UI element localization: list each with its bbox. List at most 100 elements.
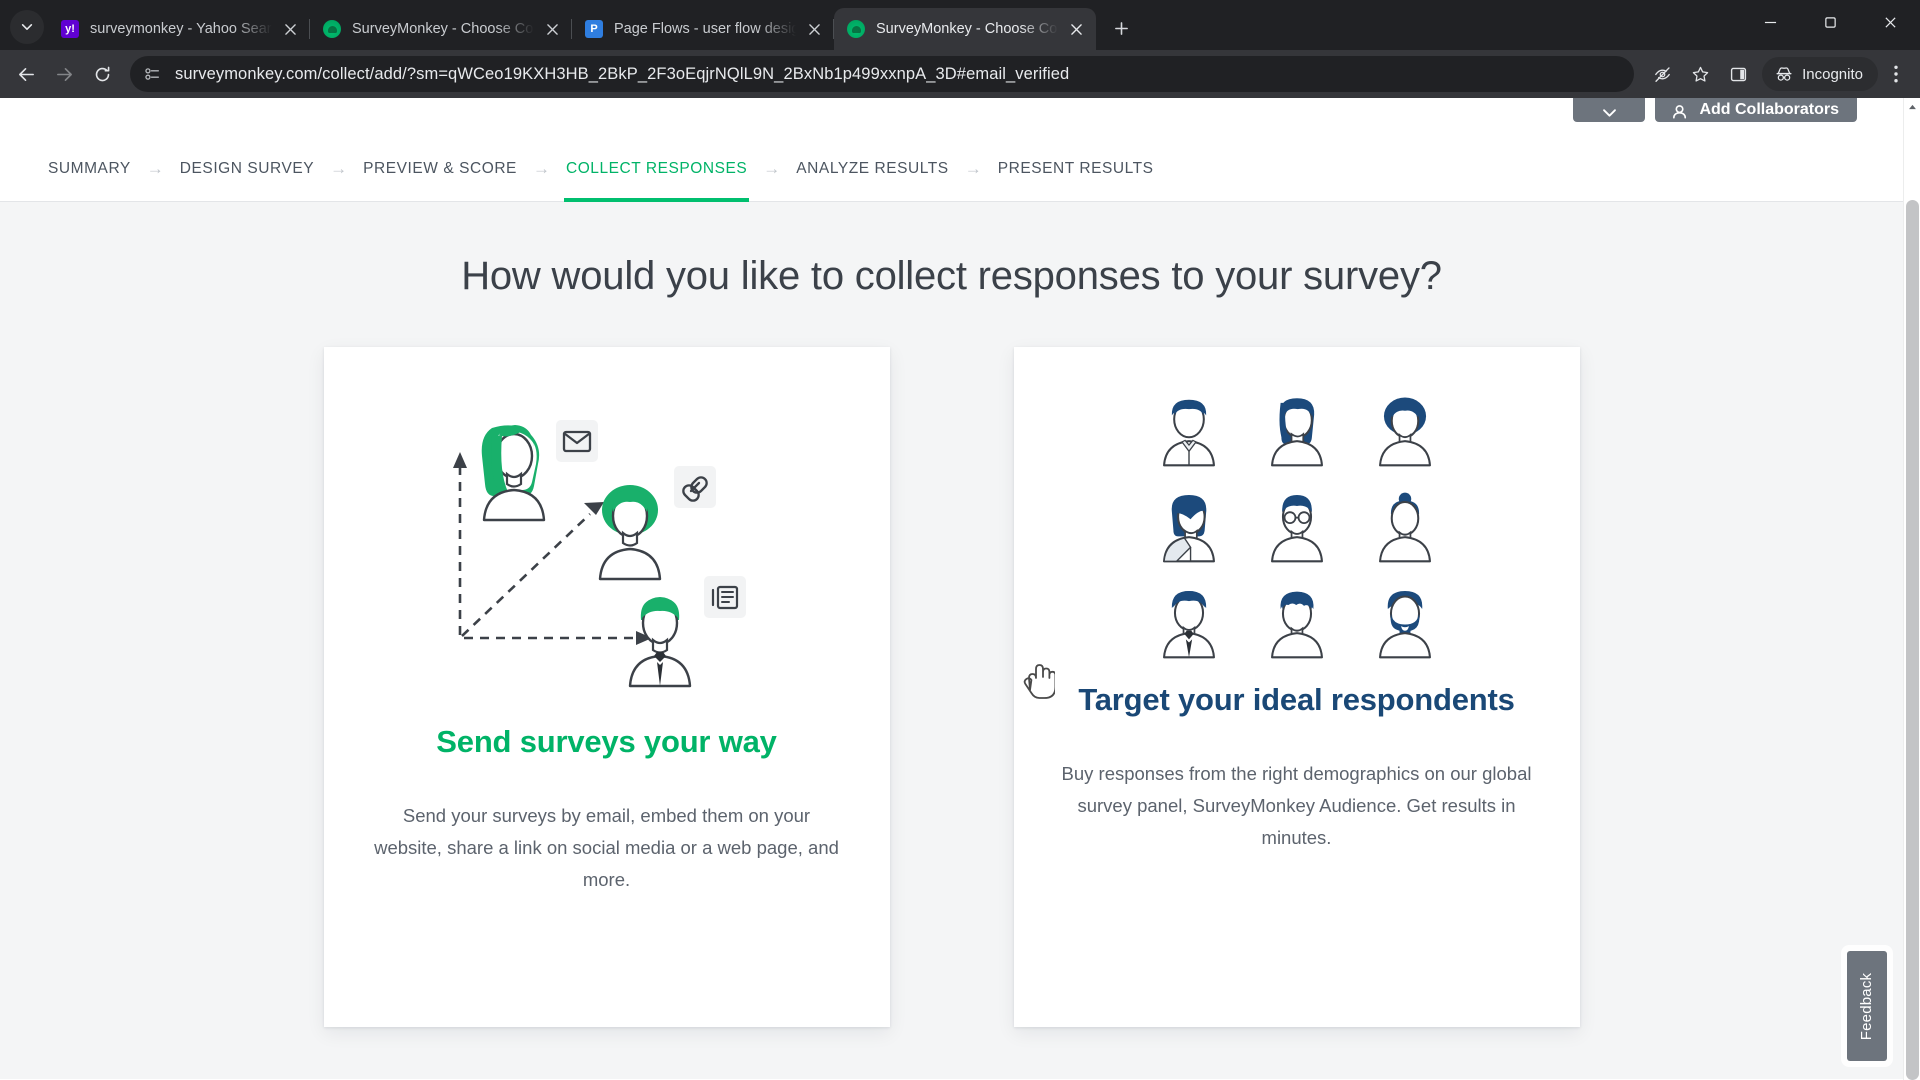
step-label: DESIGN SURVEY: [179, 159, 315, 177]
header-dropdown-button[interactable]: [1573, 98, 1646, 122]
add-collaborators-label: Add Collaborators: [1699, 101, 1839, 118]
browser-toolbar: surveymonkey.com/collect/add/?sm=qWCeo19…: [0, 50, 1920, 98]
card-description: Buy responses from the right demographic…: [1061, 763, 1532, 849]
yahoo-icon: y!: [61, 20, 79, 38]
card-heading: Target your ideal respondents: [1078, 682, 1515, 717]
step-arrow-icon: →: [532, 159, 550, 178]
chevron-up-icon: [1908, 104, 1916, 109]
tab-search-button[interactable]: [10, 10, 44, 44]
bookmark-star-icon: [1692, 66, 1708, 82]
back-icon: [18, 67, 34, 81]
step-preview-and-score[interactable]: PREVIEW & SCORE: [361, 136, 519, 202]
side-panel-icon: [1730, 67, 1746, 81]
site-info-icon[interactable]: [143, 65, 161, 83]
browser-window: y! surveymonkey - Yahoo Search Results S…: [0, 0, 1920, 1080]
side-panel-button[interactable]: [1720, 56, 1756, 92]
step-arrow-icon: →: [964, 159, 982, 178]
step-arrow-icon: →: [330, 159, 348, 178]
feedback-label: Feedback: [1858, 972, 1876, 1040]
close-icon: [1884, 16, 1896, 28]
step-arrow-icon: →: [763, 159, 781, 178]
step-present-results[interactable]: PRESENT RESULTS: [996, 136, 1156, 202]
survey-step-nav: SUMMARY → DESIGN SURVEY → PREVIEW & SCOR…: [0, 136, 1903, 202]
tab-title: SurveyMonkey - Choose Collector: [876, 21, 1060, 37]
forward-button[interactable]: [46, 56, 82, 92]
step-collect-responses[interactable]: COLLECT RESPONSES: [563, 136, 750, 202]
avatar-messy-hair-icon: [1270, 591, 1323, 659]
tab-strip: y! surveymonkey - Yahoo Search Results S…: [0, 0, 1920, 50]
person-add-icon: [1673, 105, 1687, 119]
incognito-indicator[interactable]: Incognito: [1762, 57, 1878, 91]
close-icon: [1070, 23, 1082, 35]
browser-tab-0[interactable]: y! surveymonkey - Yahoo Search Results: [48, 8, 310, 50]
add-collaborators-button[interactable]: Add Collaborators: [1655, 98, 1857, 122]
collector-card-send-surveys[interactable]: Send surveys your way Send your surveys …: [323, 347, 890, 1027]
tab-close-button[interactable]: [802, 17, 826, 41]
close-icon: [808, 23, 820, 35]
card-description: Send your surveys by email, embed them o…: [374, 805, 839, 891]
avatar-short-hair-collar-icon: [1162, 399, 1215, 467]
collector-options: Send surveys your way Send your surveys …: [0, 347, 1903, 1027]
incognito-icon: [1776, 67, 1792, 81]
pageflows-icon: P: [585, 20, 603, 38]
tracking-protection-button[interactable]: [1644, 56, 1680, 92]
window-controls: [1740, 0, 1920, 44]
tab-title: SurveyMonkey - Choose Collector: [352, 21, 536, 37]
window-maximize-button[interactable]: [1800, 0, 1860, 44]
tab-close-button[interactable]: [540, 17, 564, 41]
chevron-down-icon: [1603, 109, 1616, 117]
browser-tab-3-active[interactable]: SurveyMonkey - Choose Collector: [834, 8, 1096, 50]
tab-title: surveymonkey - Yahoo Search Results: [90, 21, 274, 37]
step-design-survey[interactable]: DESIGN SURVEY: [178, 136, 316, 202]
back-button[interactable]: [8, 56, 44, 92]
survey-app-header: Add Collaborators: [0, 98, 1903, 136]
window-close-button[interactable]: [1860, 0, 1920, 44]
surveymonkey-icon: [847, 20, 865, 38]
step-label: COLLECT RESPONSES: [565, 159, 748, 177]
card-heading: Send surveys your way: [436, 724, 777, 759]
forward-icon: [56, 67, 72, 81]
send-surveys-illustration: [368, 405, 846, 705]
minimize-icon: [1764, 21, 1776, 23]
step-label: ANALYZE RESULTS: [796, 159, 949, 177]
incognito-label: Incognito: [1802, 65, 1863, 83]
address-bar[interactable]: surveymonkey.com/collect/add/?sm=qWCeo19…: [130, 56, 1635, 92]
reload-icon: [95, 66, 109, 81]
collector-card-target-respondents[interactable]: Target your ideal respondents Buy respon…: [1013, 347, 1580, 1027]
chevron-down-icon: [21, 24, 33, 30]
browser-tab-1[interactable]: SurveyMonkey - Choose Collector: [310, 8, 572, 50]
target-respondents-illustration: [1058, 391, 1536, 663]
close-icon: [546, 23, 558, 35]
people-chart-illustration: [452, 420, 746, 688]
tab-close-button[interactable]: [1064, 17, 1088, 41]
feedback-tab[interactable]: Feedback: [1847, 951, 1887, 1061]
new-tab-button[interactable]: [1104, 11, 1138, 45]
scrollbar-track[interactable]: [1904, 115, 1920, 1080]
browser-tab-2[interactable]: P Page Flows - user flow design inspirat…: [572, 8, 834, 50]
header-actions: Add Collaborators: [1573, 98, 1857, 122]
window-minimize-button[interactable]: [1740, 0, 1800, 44]
avatar-bob-hair-suit-icon: [1162, 495, 1215, 563]
tab-close-button[interactable]: [278, 17, 302, 41]
avatar-curly-hair-icon: [1378, 397, 1431, 467]
reload-button[interactable]: [84, 56, 120, 92]
step-label: PREVIEW & SCORE: [363, 159, 517, 177]
scrollbar-thumb[interactable]: [1905, 200, 1919, 1080]
avatar-tie-icon: [1162, 591, 1215, 659]
step-label: PRESENT RESULTS: [997, 159, 1154, 177]
avatar-bun-hair-icon: [1378, 492, 1431, 563]
step-label: SUMMARY: [48, 159, 131, 177]
step-summary[interactable]: SUMMARY: [46, 136, 133, 202]
plus-icon: [1114, 21, 1128, 35]
browser-menu-button[interactable]: [1880, 56, 1912, 92]
step-analyze-results[interactable]: ANALYZE RESULTS: [794, 136, 950, 202]
kebab-menu-icon: [1894, 65, 1898, 83]
maximize-icon: [1824, 16, 1836, 28]
page-viewport: Add Collaborators SUMMARY → DESIGN SURVE…: [0, 98, 1920, 1080]
page-scrollbar[interactable]: [1903, 98, 1920, 1080]
page-content: Add Collaborators SUMMARY → DESIGN SURVE…: [0, 98, 1903, 1080]
bookmark-button[interactable]: [1682, 56, 1718, 92]
step-arrow-icon: →: [146, 159, 164, 178]
scroll-up-button[interactable]: [1904, 98, 1920, 115]
collector-chooser: How would you like to collect responses …: [0, 202, 1903, 1079]
